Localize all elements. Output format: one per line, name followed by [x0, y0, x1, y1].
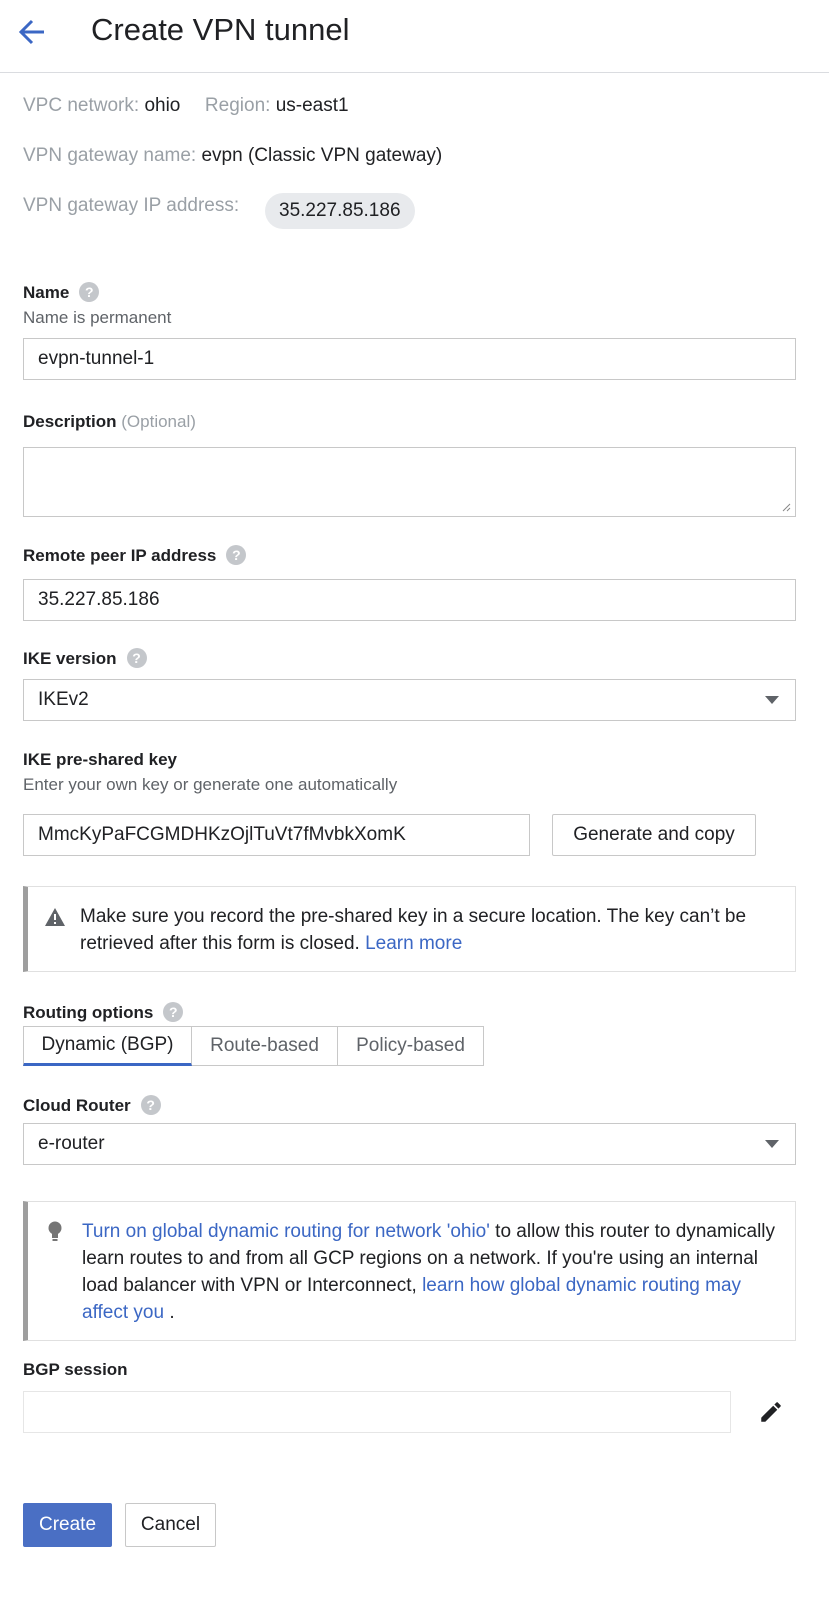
vpc-network-label: VPC network:: [23, 95, 140, 116]
region-label: Region:: [204, 95, 271, 116]
psk-warning-callout: Make sure you record the pre-shared key …: [23, 886, 796, 972]
chevron-down-icon: [765, 1140, 779, 1148]
generate-and-copy-button[interactable]: Generate and copy: [552, 814, 756, 856]
ike-version-label-text: IKE version: [23, 649, 117, 668]
ike-version-select[interactable]: IKEv2: [23, 679, 796, 721]
remote-peer-field-label: Remote peer IP address?: [23, 545, 247, 567]
help-icon[interactable]: ?: [140, 1095, 161, 1115]
learn-more-link[interactable]: Learn more: [365, 933, 462, 954]
routing-option-route-based[interactable]: Route-based: [192, 1026, 338, 1066]
optional-tag: (Optional): [121, 412, 196, 431]
lightbulb-icon: [48, 1221, 62, 1241]
gateway-ip-chip: 35.227.85.186: [265, 193, 415, 229]
page-title: Create VPN tunnel: [91, 12, 350, 47]
bgp-session-field-label: BGP session: [23, 1360, 128, 1379]
region-value: us-east1: [275, 95, 349, 116]
name-input[interactable]: evpn-tunnel-1: [23, 338, 796, 380]
help-icon[interactable]: ?: [126, 648, 147, 668]
psk-input[interactable]: MmcKyPaFCGMDHKzOjlTuVt7fMvbkXomK: [23, 814, 530, 856]
ike-version-value: IKEv2: [38, 689, 89, 710]
tip-text-end: .: [164, 1302, 175, 1323]
back-arrow-icon[interactable]: [14, 14, 50, 50]
gateway-name-label: VPN gateway name:: [23, 145, 197, 166]
gateway-ip-value: 35.227.85.186: [265, 193, 415, 229]
cloud-router-field-label: Cloud Router?: [23, 1095, 161, 1117]
vpc-network-info: VPC network: ohio Region: us-east1: [23, 94, 349, 118]
description-label-text: Description: [23, 412, 117, 431]
gateway-ip-label: VPN gateway IP address:: [23, 195, 240, 216]
ike-version-field-label: IKE version?: [23, 648, 147, 670]
cloud-router-select[interactable]: e-router: [23, 1123, 796, 1165]
remote-peer-input[interactable]: 35.227.85.186: [23, 579, 796, 621]
vpc-network-value: ohio: [144, 95, 181, 116]
gateway-name-value: evpn (Classic VPN gateway): [201, 145, 443, 166]
help-icon[interactable]: ?: [163, 1002, 184, 1022]
chevron-down-icon: [765, 696, 779, 704]
page-header: Create VPN tunnel: [0, 0, 829, 73]
psk-subtext: Enter your own key or generate one autom…: [23, 775, 398, 794]
bgp-session-field[interactable]: [23, 1391, 731, 1433]
routing-options-segmented-control: Dynamic (BGP) Route-based Policy-based: [23, 1026, 484, 1066]
routing-options-label-text: Routing options: [23, 1003, 154, 1022]
description-field-label: Description (Optional): [23, 411, 196, 433]
gateway-ip-info: VPN gateway IP address:: [23, 194, 239, 218]
description-textarea[interactable]: [23, 447, 796, 517]
help-icon[interactable]: ?: [79, 282, 100, 302]
cloud-router-value: e-router: [38, 1133, 105, 1154]
global-routing-tip-callout: Turn on global dynamic routing for netwo…: [23, 1201, 796, 1341]
routing-option-dynamic-bgp[interactable]: Dynamic (BGP): [23, 1026, 192, 1066]
resize-handle-icon[interactable]: [781, 502, 791, 512]
routing-options-field-label: Routing options?: [23, 1002, 184, 1024]
psk-field-label: IKE pre-shared key: [23, 750, 178, 769]
gateway-name-info: VPN gateway name: evpn (Classic VPN gate…: [23, 144, 442, 168]
cancel-button[interactable]: Cancel: [125, 1503, 216, 1547]
cloud-router-label-text: Cloud Router: [23, 1096, 131, 1115]
name-field-label: Name?: [23, 282, 100, 304]
create-button[interactable]: Create: [23, 1503, 112, 1547]
enable-global-routing-link[interactable]: Turn on global dynamic routing for netwo…: [82, 1221, 490, 1242]
routing-option-policy-based[interactable]: Policy-based: [338, 1026, 484, 1066]
edit-pencil-icon[interactable]: [758, 1399, 784, 1425]
warning-icon: [45, 908, 65, 926]
name-subtext: Name is permanent: [23, 308, 172, 327]
remote-peer-label-text: Remote peer IP address: [23, 546, 217, 565]
name-label-text: Name: [23, 283, 70, 302]
help-icon[interactable]: ?: [226, 545, 247, 565]
